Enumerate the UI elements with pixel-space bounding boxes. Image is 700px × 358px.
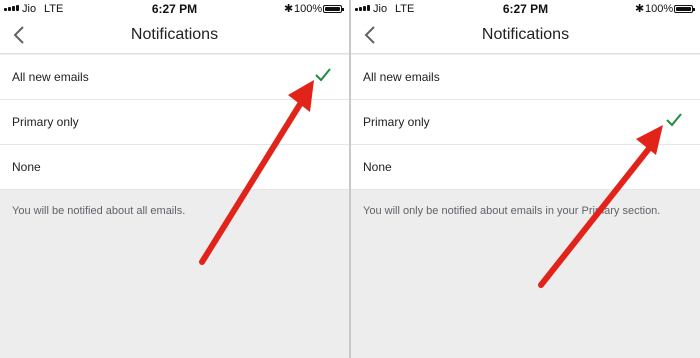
- status-bar: Jio LTE 6:27 PM ✱ 100%: [351, 0, 700, 18]
- option-label: All new emails: [363, 70, 440, 84]
- option-label: None: [363, 160, 392, 174]
- page-title: Notifications: [481, 26, 570, 43]
- battery-percent: 100%: [294, 3, 323, 15]
- page-title: Notifications: [130, 26, 219, 43]
- phone-screen-right: Jio LTE 6:27 PM ✱ 100% Notifications All…: [351, 0, 700, 358]
- notification-description: You will be notified about all emails.: [12, 205, 186, 217]
- option-all-new-emails[interactable]: All new emails: [351, 55, 700, 100]
- battery-icon: [674, 5, 695, 13]
- battery-icon: [323, 5, 344, 13]
- option-primary-only[interactable]: Primary only: [0, 100, 349, 145]
- option-label: All new emails: [12, 70, 89, 84]
- status-bar: Jio LTE 6:27 PM ✱ 100%: [0, 0, 349, 18]
- checkmark-icon: [315, 68, 331, 82]
- phone-screen-left: Jio LTE 6:27 PM ✱ 100% Notifications All…: [0, 0, 349, 358]
- option-label: Primary only: [363, 115, 430, 129]
- bluetooth-icon: ✱: [284, 3, 294, 15]
- app-bar: Notifications: [0, 18, 349, 54]
- bluetooth-icon: ✱: [635, 3, 645, 15]
- option-primary-only[interactable]: Primary only: [351, 100, 700, 145]
- option-all-new-emails[interactable]: All new emails: [0, 55, 349, 100]
- option-none[interactable]: None: [0, 145, 349, 190]
- battery-percent: 100%: [645, 3, 674, 15]
- option-none[interactable]: None: [351, 145, 700, 190]
- app-bar: Notifications: [351, 18, 700, 54]
- notification-description: You will only be notified about emails i…: [363, 205, 661, 217]
- option-label: None: [12, 160, 41, 174]
- option-label: Primary only: [12, 115, 79, 129]
- checkmark-icon: [666, 113, 682, 127]
